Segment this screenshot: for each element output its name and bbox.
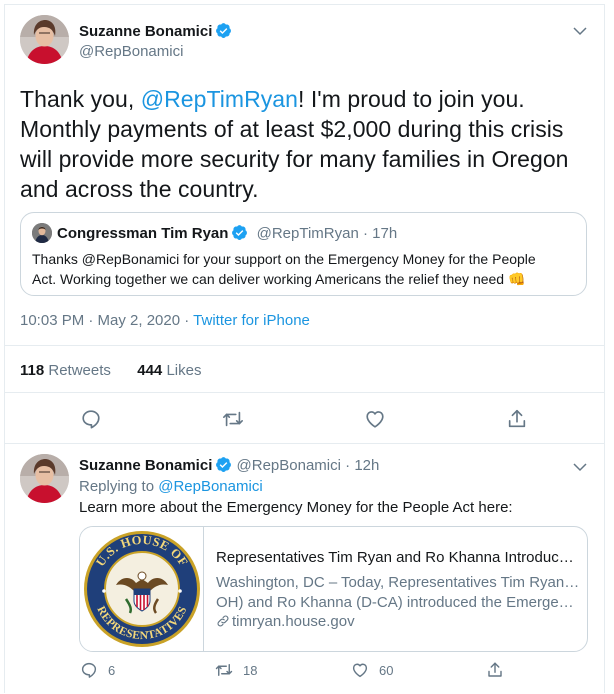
card-desc-line-1: Washington, DC – Today, Representatives … xyxy=(216,574,581,591)
main-author-avatar[interactable] xyxy=(20,15,69,64)
chevron-down-icon[interactable] xyxy=(571,22,589,40)
divider xyxy=(5,345,605,346)
quoted-header: Congressman Tim Ryan @RepTimRyan · 17h xyxy=(57,224,397,242)
retweets-stat[interactable]: 118 Retweets xyxy=(20,362,111,379)
like-icon xyxy=(352,663,368,678)
reply-icon xyxy=(81,662,97,678)
quoted-author-name[interactable]: Congressman Tim Ryan xyxy=(57,225,228,242)
like-icon xyxy=(366,411,384,428)
link-preview-card[interactable]: U.S. HOUSE OF REPRESENTATIVES Representa… xyxy=(79,526,588,652)
retweet-count: 18 xyxy=(243,663,258,678)
like-button[interactable] xyxy=(364,408,386,430)
share-icon xyxy=(508,409,526,428)
engagement-stats: 118 Retweets 444 Likes xyxy=(20,362,201,379)
retweet-icon xyxy=(215,664,233,676)
link-icon xyxy=(217,615,229,627)
main-tweet-line-2: Monthly payments of at least $2,000 duri… xyxy=(20,116,564,142)
main-tweet-line-1: Thank you, @RepTimRyan! I'm proud to joi… xyxy=(20,84,590,114)
reply-tweet-like-button[interactable]: 60 xyxy=(351,661,393,681)
main-tweet-text: Thank you, @RepTimRyan! I'm proud to joi… xyxy=(20,84,590,204)
likes-count: 444 xyxy=(137,362,163,379)
quoted-time[interactable]: 17h xyxy=(372,225,397,242)
quoted-text-line-2-wrap: Act. Working together we can deliver wor… xyxy=(32,269,577,289)
main-author-name-text[interactable]: Suzanne Bonamici xyxy=(79,23,212,40)
divider xyxy=(5,443,605,444)
reply-tweet-share-button[interactable] xyxy=(486,661,514,681)
reply-icon xyxy=(82,410,100,429)
retweet-icon xyxy=(223,411,243,427)
mention-link[interactable]: @RepTimRyan xyxy=(141,86,298,112)
likes-stat[interactable]: 444 Likes xyxy=(137,362,201,379)
verified-badge-icon xyxy=(216,23,232,38)
share-icon xyxy=(488,662,502,677)
reply-tweet-reply-button[interactable]: 6 xyxy=(80,661,115,681)
card-domain: timryan.house.gov xyxy=(216,613,355,630)
quoted-text-line-2: Act. Working together we can deliver wor… xyxy=(32,271,505,287)
main-author-handle[interactable]: @RepBonamici xyxy=(79,43,183,60)
replying-to-link[interactable]: @RepBonamici xyxy=(158,478,262,495)
main-text-line1-rest: ! I'm proud to join you. xyxy=(297,86,525,112)
house-seal-image: U.S. HOUSE OF REPRESENTATIVES xyxy=(80,527,204,651)
quoted-text-line-1: Thanks @RepBonamici for your support on … xyxy=(32,251,536,267)
main-tweet-line-4: and across the country. xyxy=(20,176,259,202)
source-link[interactable]: Twitter for iPhone xyxy=(193,312,310,329)
card-title[interactable]: Representatives Tim Ryan and Ro Khanna I… xyxy=(216,549,581,566)
quoted-text: Thanks @RepBonamici for your support on … xyxy=(32,249,577,289)
likes-label: Likes xyxy=(166,362,202,379)
quoted-separator: · xyxy=(363,225,368,242)
share-button[interactable] xyxy=(506,408,528,430)
fist-emoji: 👊 xyxy=(507,271,526,287)
card-domain-text: timryan.house.gov xyxy=(232,613,355,630)
main-tweet-line-3: will provide more security for many fami… xyxy=(20,146,569,172)
reply-time[interactable]: 12h xyxy=(354,457,379,474)
quoted-author-avatar[interactable] xyxy=(32,223,52,243)
replying-to: Replying to @RepBonamici xyxy=(79,478,263,495)
reply-author-name[interactable]: Suzanne Bonamici xyxy=(79,457,212,474)
verified-badge-icon xyxy=(232,225,248,240)
reply-button[interactable] xyxy=(80,408,102,430)
retweet-button[interactable] xyxy=(222,408,244,430)
reply-tweet-retweet-button[interactable]: 18 xyxy=(215,661,257,681)
retweets-count: 118 xyxy=(20,362,45,379)
like-count: 60 xyxy=(379,663,394,678)
quoted-tweet[interactable]: Congressman Tim Ryan @RepTimRyan · 17h T… xyxy=(20,212,587,296)
tweet-timestamp: 10:03 PM · May 2, 2020 · Twitter for iPh… xyxy=(20,312,310,329)
replying-label: Replying to xyxy=(79,478,159,495)
verified-badge-icon xyxy=(216,457,232,472)
card-desc-line-2: OH) and Ro Khanna (D-CA) introduced the … xyxy=(216,594,581,611)
reply-count: 6 xyxy=(108,663,116,678)
reply-separator: · xyxy=(345,457,351,474)
reply-author-avatar[interactable] xyxy=(20,454,69,503)
divider xyxy=(5,392,605,393)
chevron-down-icon[interactable] xyxy=(571,458,589,476)
main-text-prefix: Thank you, xyxy=(20,86,141,112)
quoted-author-handle[interactable]: @RepTimRyan xyxy=(257,225,359,242)
reply-header: Suzanne Bonamici @RepBonamici · 12h xyxy=(79,456,379,474)
timestamp-text[interactable]: 10:03 PM · May 2, 2020 · xyxy=(20,312,193,329)
retweets-label: Retweets xyxy=(48,362,111,379)
main-author-name[interactable]: Suzanne Bonamici xyxy=(79,22,232,40)
card-description: Washington, DC – Today, Representatives … xyxy=(216,573,581,613)
reply-author-handle[interactable]: @RepBonamici xyxy=(237,457,341,474)
reply-tweet-text: Learn more about the Emergency Money for… xyxy=(79,499,513,516)
